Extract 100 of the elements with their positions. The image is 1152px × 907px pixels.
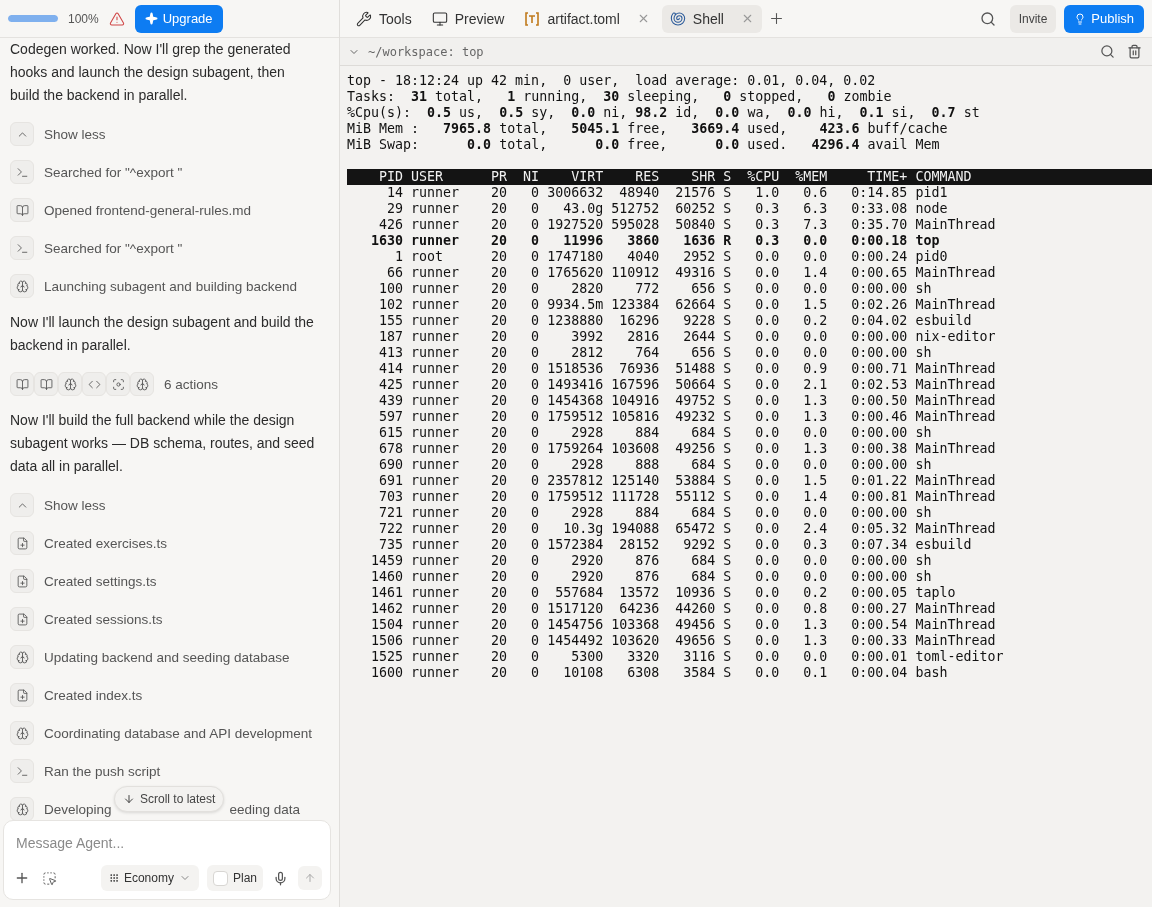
process-row-text: 100 runner 20 0 2820 772 656 S 0.0 0.0 0:00.00 sh xyxy=(378,281,933,297)
action-label[interactable]: Created settings.ts xyxy=(44,573,157,589)
summary-line: %Cpu(s): 0.5 us, 0.5 sy, 0.0 ni, 98.2 id, 0.0 wa, 0.0 hi, 0.1 si, 0.7 st xyxy=(347,105,981,121)
terminal-path: ~/workspace: top xyxy=(368,44,484,59)
process-row-text: 1525 runner 20 0 5300 3320 3116 S 0.0 0.0 0:00.01 toml-editor xyxy=(370,649,1005,665)
action-label[interactable]: Developing xyxy=(44,801,112,817)
plan-checkbox[interactable] xyxy=(212,870,228,886)
action-label[interactable]: Created index.ts xyxy=(44,687,143,703)
summary-line: MiB Mem : 7965.8 total, 5045.1 free, 3669.4 used, 423.6 buff/cache xyxy=(347,121,949,137)
grip-icon xyxy=(108,873,119,883)
process-row-text: 425 runner 20 0 1493416 167596 50664 S 0.0 2.1 0:02.53 MainThread xyxy=(378,377,997,393)
process-row-text: 1461 runner 20 0 557684 13572 10936 S 0.0 0.2 0:00.05 taplo xyxy=(370,585,957,601)
process-row-text: 615 runner 20 0 2928 884 684 S 0.0 0.0 0:00.00 sh xyxy=(378,425,933,441)
file-plus-icon xyxy=(10,607,34,631)
process-row-text: 1630 runner 20 0 11996 3860 1636 R 0.3 0.0 0:00.18 top xyxy=(370,233,941,249)
process-row-text: 102 runner 20 0 9934.5m 123384 62664 S 0.0 1.5 0:02.26 MainThread xyxy=(378,297,997,313)
arrow-up-icon xyxy=(304,871,316,885)
action-label[interactable]: Searched for "^export " xyxy=(44,240,183,256)
process-row-text: 1506 runner 20 0 1454492 103620 49656 S 0.0 1.3 0:00.33 MainThread xyxy=(370,633,997,649)
tab[interactable]: artifact.toml xyxy=(516,4,658,33)
message-text: Now I'll build the full backend while the design subagent works — DB schema, routes, and seed data all in parallel. xyxy=(10,411,315,476)
tab[interactable]: Shell xyxy=(661,4,762,33)
action-label: eeding data xyxy=(229,801,301,817)
action-label[interactable]: Ran the push script xyxy=(44,763,161,779)
process-row-text: 439 runner 20 0 1454368 104916 49752 S 0.0 1.3 0:00.50 MainThread xyxy=(378,393,997,409)
process-row-text: 1462 runner 20 0 1517120 64236 44260 S 0.0 0.8 0:00.27 MainThread xyxy=(370,601,997,617)
trash-button[interactable] xyxy=(1125,42,1144,61)
message-text: Codegen worked. Now I'll grep the generated hooks and launch the design subagent, then build the backend in parallel. xyxy=(10,40,292,105)
warning-icon xyxy=(108,10,125,27)
action-label[interactable]: Launching subagent and building backend xyxy=(44,278,297,294)
action-label[interactable]: Created exercises.ts xyxy=(44,535,168,551)
chevron-up-icon xyxy=(10,493,34,517)
process-row-text: 678 runner 20 0 1759264 103608 49256 S 0.0 1.3 0:00.38 MainThread xyxy=(378,441,997,457)
chevron-up-icon xyxy=(10,122,34,146)
show-less-toggle[interactable]: Show less xyxy=(44,497,106,513)
usage-percent: 100% xyxy=(68,11,99,26)
column-header: PID USER PR NI VIRT RES SHR S %CPU %MEM TIME+ COMMAND xyxy=(347,169,1152,185)
publish-button[interactable]: Publish xyxy=(1064,4,1144,33)
process-row-text: 690 runner 20 0 2928 888 684 S 0.0 0.0 0:00.00 sh xyxy=(378,457,933,473)
process-row-text: 29 runner 20 0 43.0g 512752 60252 S 0.3 6.3 0:33.08 node xyxy=(386,201,949,217)
brain-icon xyxy=(10,274,34,298)
message-text: Now I'll launch the design subagent and build the backend in parallel. xyxy=(10,313,315,355)
book-icon xyxy=(10,198,34,222)
process-row-text: 703 runner 20 0 1759512 111728 55112 S 0.0 1.4 0:00.81 MainThread xyxy=(378,489,997,505)
process-row-text: 414 runner 20 0 1518536 76936 51488 S 0.0 0.9 0:00.71 MainThread xyxy=(378,361,997,377)
action-label[interactable]: Searched for "^export " xyxy=(44,164,183,180)
plan-toggle[interactable]: Plan xyxy=(206,865,263,891)
search-button[interactable] xyxy=(1098,42,1117,61)
action-label[interactable]: Created sessions.ts xyxy=(44,611,163,627)
file-plus-icon xyxy=(10,683,34,707)
summary-line: MiB Swap: 0.0 total, 0.0 free, 0.0 used. 4296.4 avail Mem xyxy=(347,137,941,153)
action-label[interactable]: Coordinating database and API development xyxy=(44,725,312,741)
upgrade-button[interactable]: Upgrade xyxy=(134,4,223,33)
close-icon[interactable] xyxy=(741,12,754,25)
process-row-text: 66 runner 20 0 1765620 110912 49316 S 0.0 1.4 0:00.65 MainThread xyxy=(386,265,997,281)
process-row-text: 155 runner 20 0 1238880 16296 9228 S 0.0 0.2 0:04.02 esbuild xyxy=(378,313,973,329)
action-count[interactable]: 6 actions xyxy=(164,376,219,392)
brain-icon xyxy=(10,645,34,669)
file-plus-icon xyxy=(10,531,34,555)
process-row-text: 735 runner 20 0 1572384 28152 9292 S 0.0 0.3 0:07.34 esbuild xyxy=(378,537,973,553)
mode-dropdown[interactable]: Economy xyxy=(100,865,199,891)
file-plus-icon xyxy=(10,569,34,593)
process-row-text: 1600 runner 20 0 10108 6308 3584 S 0.0 0.1 0:00.04 bash xyxy=(370,665,949,681)
brain-icon xyxy=(10,797,34,820)
bracket-t-file-icon xyxy=(524,10,541,27)
message-input[interactable]: Message Agent... xyxy=(12,829,322,857)
summary-line: Tasks: 31 total, 1 running, 30 sleeping, 0 stopped, 0 zombie xyxy=(347,89,893,105)
process-row-text: 1460 runner 20 0 2920 876 684 S 0.0 0.0 0:00.00 sh xyxy=(370,569,933,585)
focus-icon xyxy=(106,372,130,396)
sparkle-icon xyxy=(144,12,158,25)
action-label[interactable]: Opened frontend-general-rules.md xyxy=(44,202,252,218)
brain-icon xyxy=(10,721,34,745)
plus-icon xyxy=(768,10,785,27)
process-row-text: 1504 runner 20 0 1454756 103368 49456 S 0.0 1.3 0:00.54 MainThread xyxy=(370,617,997,633)
arrow-down-icon xyxy=(123,793,135,805)
process-row-text: 691 runner 20 0 2357812 125140 53884 S 0.0 1.5 0:01.22 MainThread xyxy=(378,473,997,489)
tab[interactable]: Preview xyxy=(423,4,513,33)
terminal-icon xyxy=(10,236,34,260)
process-row-text: 1459 runner 20 0 2920 876 684 S 0.0 0.0 0:00.00 sh xyxy=(370,553,933,569)
process-row-text: 721 runner 20 0 2928 884 684 S 0.0 0.0 0:00.00 sh xyxy=(378,505,933,521)
scroll-to-latest-button[interactable]: Scroll to latest xyxy=(114,786,225,812)
process-row-text: 14 runner 20 0 3006632 48940 21576 S 1.0 0.6 0:14.85 pid1 xyxy=(386,185,949,201)
monitor-icon xyxy=(431,10,448,27)
brain-icon xyxy=(130,372,154,396)
invite-button[interactable]: Invite xyxy=(1009,4,1057,33)
process-row-text: 722 runner 20 0 10.3g 194088 65472 S 0.0 2.4 0:05.32 MainThread xyxy=(378,521,997,537)
action-label[interactable]: Updating backend and seeding database xyxy=(44,649,290,665)
terminal-icon xyxy=(10,759,34,783)
summary-line: top - 18:12:24 up 42 min, 0 user, load average: 0.01, 0.04, 0.02 xyxy=(347,73,877,89)
process-row-text: 1 root 20 0 1747180 4040 2952 S 0.0 0.0 0:00.24 pid0 xyxy=(394,249,949,265)
tab[interactable]: Tools xyxy=(348,4,420,33)
message-composer[interactable]: Message Agent... Economy Plan xyxy=(3,820,331,900)
terminal-icon xyxy=(10,160,34,184)
process-row-text: 413 runner 20 0 2812 764 656 S 0.0 0.0 0:00.00 sh xyxy=(378,345,933,361)
lightbulb-icon xyxy=(1074,12,1087,25)
wrench-icon xyxy=(356,10,372,27)
process-row-text: 597 runner 20 0 1759512 105816 49232 S 0.0 1.3 0:00.46 MainThread xyxy=(378,409,997,425)
show-less-toggle[interactable]: Show less xyxy=(44,126,106,142)
shell-icon xyxy=(669,10,686,27)
process-row-text: 426 runner 20 0 1927520 595028 50840 S 0.3 7.3 0:35.70 MainThread xyxy=(378,217,997,233)
